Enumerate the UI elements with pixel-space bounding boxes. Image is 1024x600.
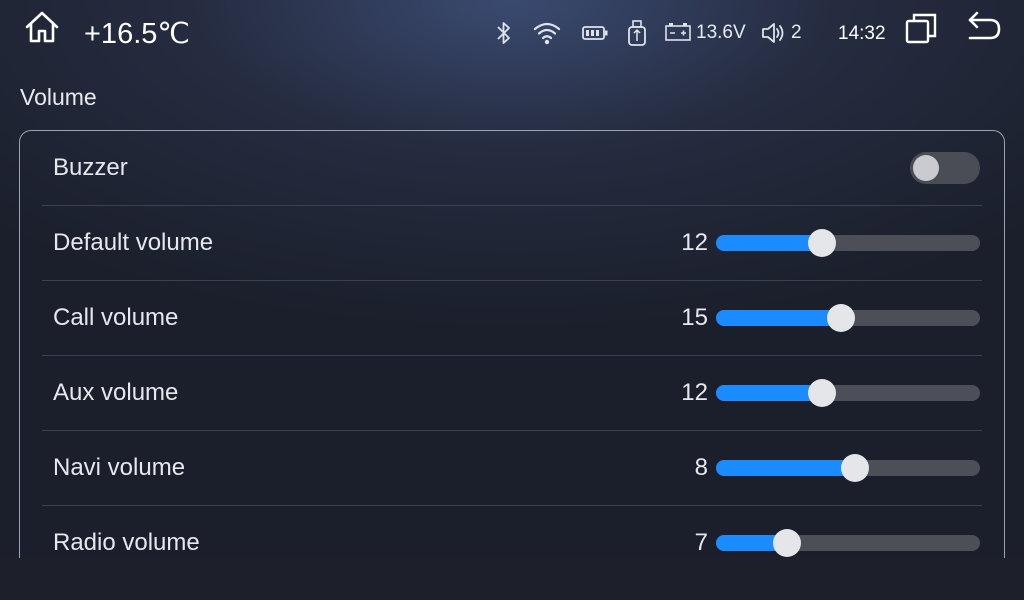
bluetooth-icon — [497, 22, 510, 44]
radio-volume-slider[interactable] — [716, 528, 980, 558]
slider-fill — [716, 460, 856, 476]
aux-volume-label: Aux volume — [53, 379, 179, 406]
navi-volume-value: 8 — [694, 454, 708, 481]
home-icon[interactable] — [24, 10, 60, 44]
buzzer-row: Buzzer — [42, 131, 982, 206]
aux-volume-value: 12 — [681, 379, 708, 406]
buzzer-toggle[interactable] — [910, 152, 980, 184]
aux-volume-slider[interactable] — [716, 378, 980, 408]
call-volume-value: 15 — [681, 304, 708, 331]
usb-icon — [628, 20, 646, 46]
battery-icon — [582, 26, 608, 40]
default-volume-value: 12 — [681, 229, 708, 256]
volume-settings-panel: Buzzer Default volume 12 Call volume 15 Aux … — [19, 130, 1005, 570]
speaker-level: 2 — [791, 22, 802, 43]
volume-settings-list[interactable]: Buzzer Default volume 12 Call volume 15 Aux … — [20, 131, 1004, 559]
call-volume-label: Call volume — [53, 304, 179, 331]
default-volume-slider[interactable] — [716, 228, 980, 258]
buzzer-label: Buzzer — [53, 154, 128, 181]
navi-volume-label: Navi volume — [53, 454, 186, 481]
back-icon[interactable] — [966, 10, 1002, 42]
default-volume-row: Default volume 12 — [42, 206, 982, 281]
voltage-readout: 13.6V — [696, 22, 746, 43]
navi-volume-slider[interactable] — [716, 453, 980, 483]
default-volume-label: Default volume — [53, 229, 214, 256]
wifi-icon — [533, 22, 561, 45]
slider-fill — [716, 385, 823, 401]
speaker-icon — [762, 23, 784, 43]
call-volume-slider[interactable] — [716, 303, 980, 333]
slider-fill — [716, 310, 841, 326]
clock: 14:32 — [838, 23, 886, 44]
aux-volume-row: Aux volume 12 — [42, 356, 982, 431]
slider-thumb[interactable] — [826, 304, 855, 332]
toggle-knob — [913, 155, 939, 181]
call-volume-row: Call volume 15 — [42, 281, 982, 356]
radio-volume-value: 7 — [694, 529, 708, 556]
recent-apps-icon[interactable] — [904, 12, 938, 44]
radio-volume-label: Radio volume — [53, 529, 200, 556]
section-title: Volume — [20, 84, 97, 110]
slider-thumb[interactable] — [808, 379, 837, 407]
status-bar: +16.5℃ 13.6V 2 14:32 — [0, 0, 1024, 64]
slider-fill — [716, 235, 823, 251]
slider-thumb[interactable] — [808, 229, 837, 257]
slider-thumb[interactable] — [841, 454, 870, 482]
bottom-band — [0, 558, 1024, 600]
temperature-readout: +16.5℃ — [84, 18, 190, 50]
slider-thumb[interactable] — [772, 529, 801, 557]
radio-volume-row: Radio volume 7 — [42, 506, 982, 559]
navi-volume-row: Navi volume 8 — [42, 431, 982, 506]
car-battery-icon — [665, 23, 691, 41]
